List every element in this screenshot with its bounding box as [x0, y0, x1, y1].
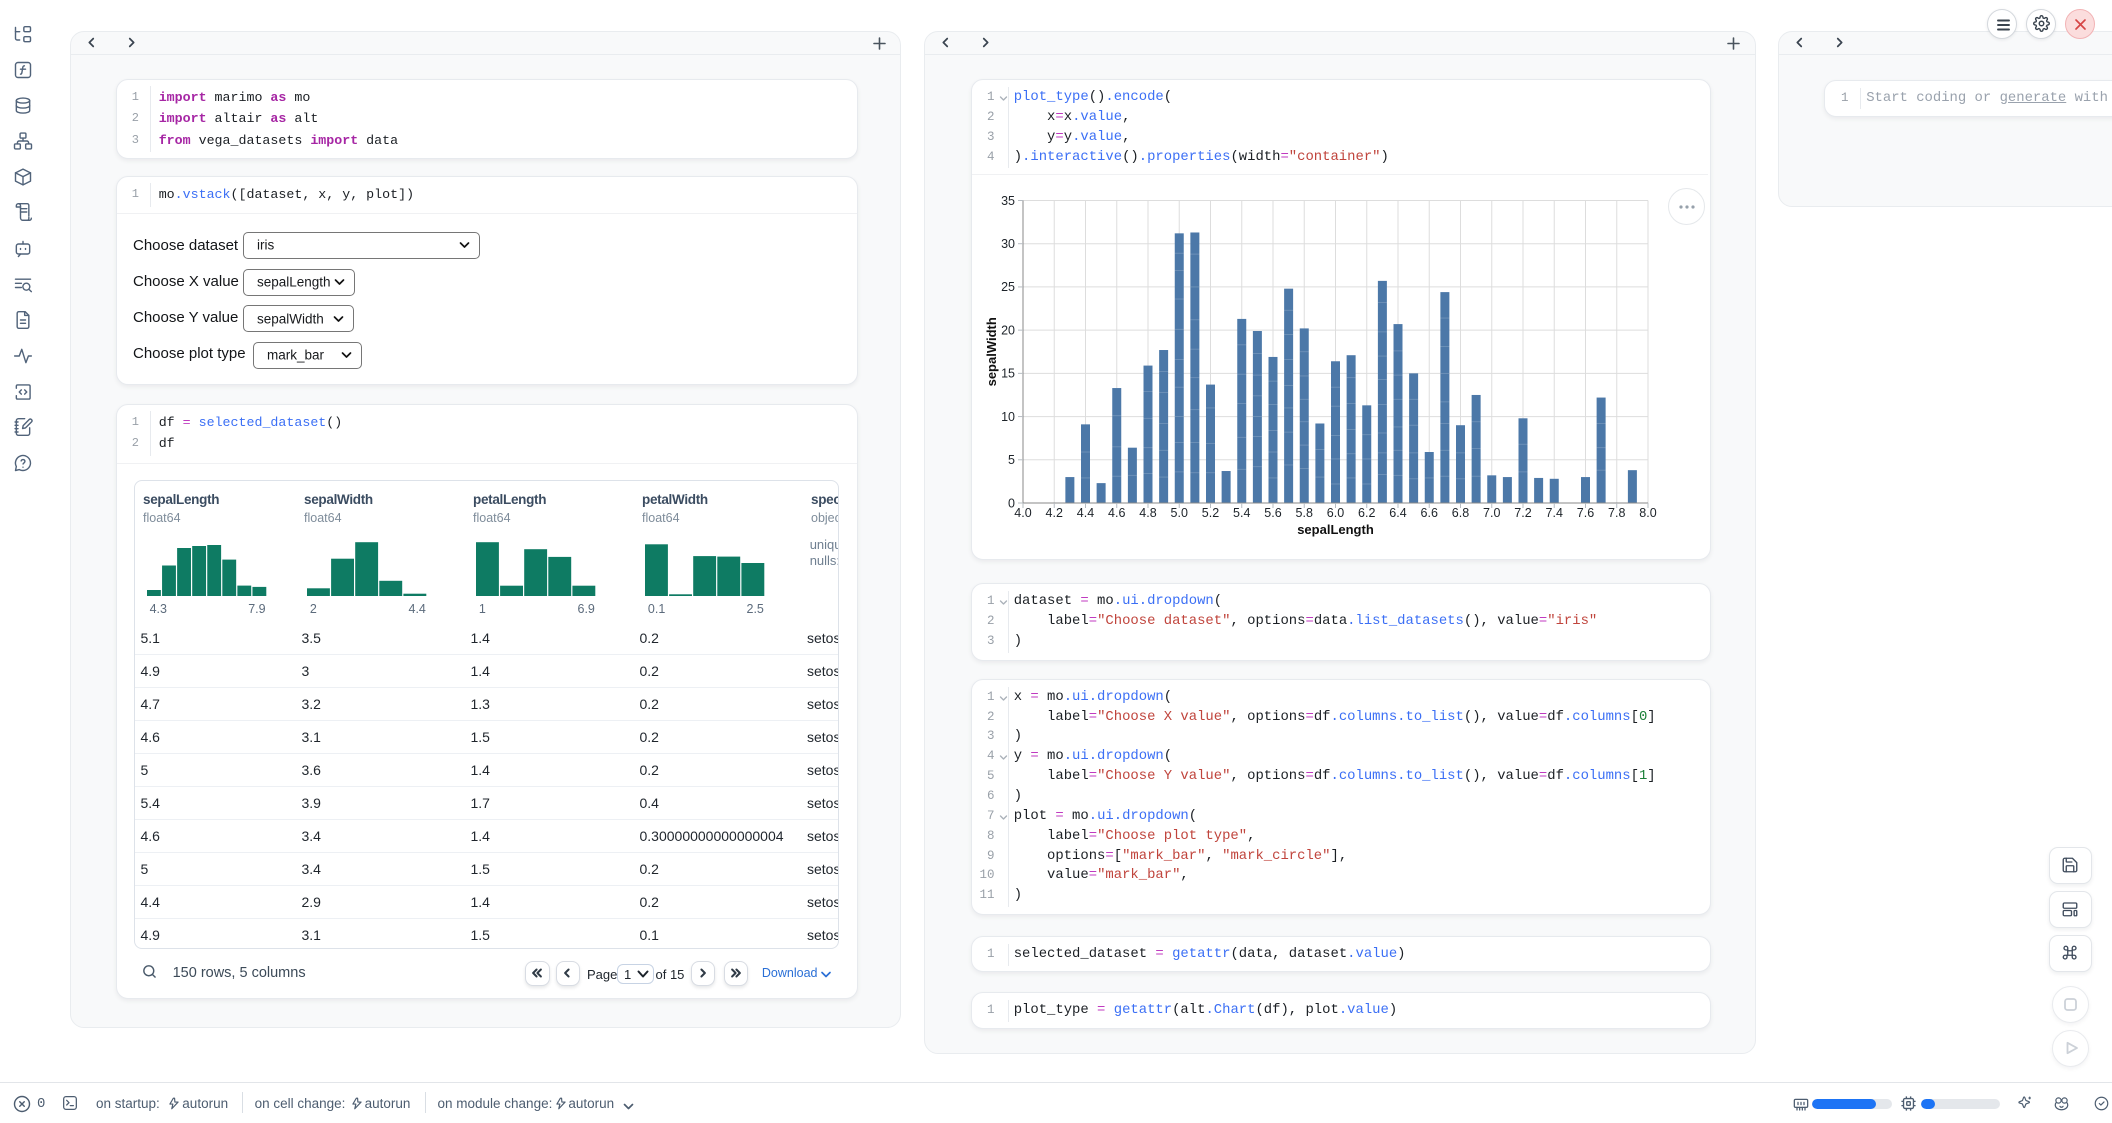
svg-text:6.6: 6.6 — [1421, 506, 1438, 520]
svg-text:5.0: 5.0 — [1171, 506, 1188, 520]
svg-text:15: 15 — [1001, 367, 1015, 381]
svg-text:7.4: 7.4 — [1546, 506, 1563, 520]
svg-text:7.2: 7.2 — [1514, 506, 1531, 520]
svg-text:5.2: 5.2 — [1202, 506, 1219, 520]
svg-text:6.8: 6.8 — [1452, 506, 1469, 520]
svg-text:20: 20 — [1001, 323, 1015, 337]
svg-text:0: 0 — [1008, 496, 1015, 510]
svg-text:35: 35 — [1001, 194, 1015, 208]
svg-text:7.8: 7.8 — [1608, 506, 1625, 520]
svg-text:5.6: 5.6 — [1264, 506, 1281, 520]
svg-text:10: 10 — [1001, 410, 1015, 424]
svg-text:5: 5 — [1008, 453, 1015, 467]
svg-text:5.4: 5.4 — [1233, 506, 1250, 520]
svg-text:4.8: 4.8 — [1139, 506, 1156, 520]
svg-text:5.8: 5.8 — [1296, 506, 1313, 520]
svg-text:25: 25 — [1001, 280, 1015, 294]
svg-text:6.0: 6.0 — [1327, 506, 1344, 520]
svg-text:4.0: 4.0 — [1014, 506, 1031, 520]
svg-text:4.6: 4.6 — [1108, 506, 1125, 520]
svg-text:8.0: 8.0 — [1639, 506, 1656, 520]
svg-text:6.2: 6.2 — [1358, 506, 1375, 520]
svg-text:4.2: 4.2 — [1046, 506, 1063, 520]
svg-text:7.6: 7.6 — [1577, 506, 1594, 520]
svg-text:6.4: 6.4 — [1389, 506, 1406, 520]
svg-text:4.4: 4.4 — [1077, 506, 1094, 520]
svg-text:sepalWidth: sepalWidth — [984, 317, 999, 386]
svg-text:30: 30 — [1001, 237, 1015, 251]
svg-text:sepalLength: sepalLength — [1297, 522, 1374, 537]
svg-text:7.0: 7.0 — [1483, 506, 1500, 520]
